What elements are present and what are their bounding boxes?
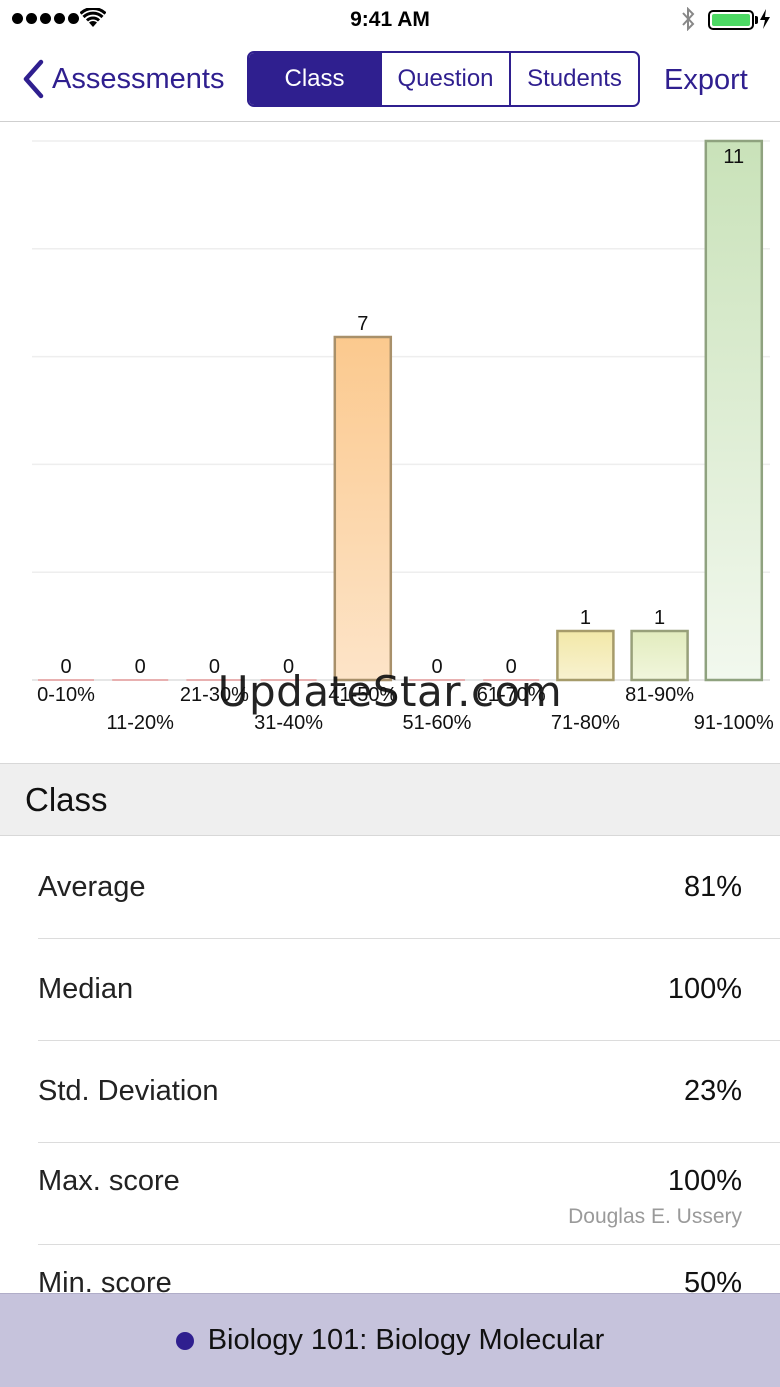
chart-bar [333, 335, 393, 682]
battery-tip [755, 16, 758, 24]
bar-value-label: 7 [357, 313, 368, 335]
battery-icon [708, 10, 754, 30]
charging-bolt-icon [760, 9, 770, 29]
stat-label: Median [38, 973, 134, 1005]
stat-value: 81% [683, 871, 742, 903]
class-selector-bar[interactable]: Biology 101: Biology Molecular [0, 1293, 780, 1387]
segment-class[interactable]: Class [249, 53, 380, 105]
segment-students[interactable]: Students [509, 53, 638, 105]
status-bar: 9:41 AM [0, 0, 780, 40]
chart-bar [704, 139, 764, 682]
bar-value-label: 11 [723, 146, 744, 168]
stats-list: Average 81% Median 100% Std. Deviation 2… [0, 837, 780, 1347]
bar-value-label: 1 [654, 607, 665, 629]
stat-label: Std. Deviation [38, 1075, 219, 1107]
stat-row-median: Median 100% [0, 939, 780, 1041]
status-time: 9:41 AM [350, 8, 430, 31]
chart-gridlines [32, 140, 770, 681]
max-score-student-name: Douglas E. Ussery [568, 1205, 742, 1228]
bar-value-label: 1 [580, 607, 591, 629]
stat-row-average: Average 81% [0, 837, 780, 939]
stat-value: 100% [667, 1165, 742, 1197]
stat-label: Average [38, 871, 146, 903]
stat-label: Max. score [38, 1165, 180, 1197]
section-title: Class [25, 781, 108, 818]
stat-row-max-score: Max. score 100% Douglas E. Ussery [0, 1143, 780, 1245]
watermark-text: UpdateStar.com [217, 667, 563, 716]
bluetooth-icon [682, 7, 695, 31]
chart-bars [38, 139, 764, 682]
score-distribution-chart: 0 0-10% 0 11-20% 0 21-30% 0 31-40% 7 41-50% 0 51-60… [0, 123, 780, 763]
class-color-dot-icon [175, 1331, 194, 1350]
section-header: Class [0, 763, 780, 836]
stat-row-std-deviation: Std. Deviation 23% [0, 1041, 780, 1143]
stat-value: 100% [667, 973, 742, 1005]
class-name: Biology 101: Biology Molecular [207, 1324, 605, 1356]
segment-question[interactable]: Question [380, 53, 509, 105]
chevron-left-icon [23, 59, 44, 99]
export-button[interactable]: Export [664, 64, 748, 97]
back-button[interactable]: Assessments [22, 59, 224, 99]
view-segmented-control: Class Question Students [247, 51, 640, 107]
stat-value: 23% [683, 1075, 742, 1107]
navigation-bar: Assessments Class Question Students Expo… [0, 40, 780, 122]
back-button-label: Assessments [52, 62, 225, 95]
